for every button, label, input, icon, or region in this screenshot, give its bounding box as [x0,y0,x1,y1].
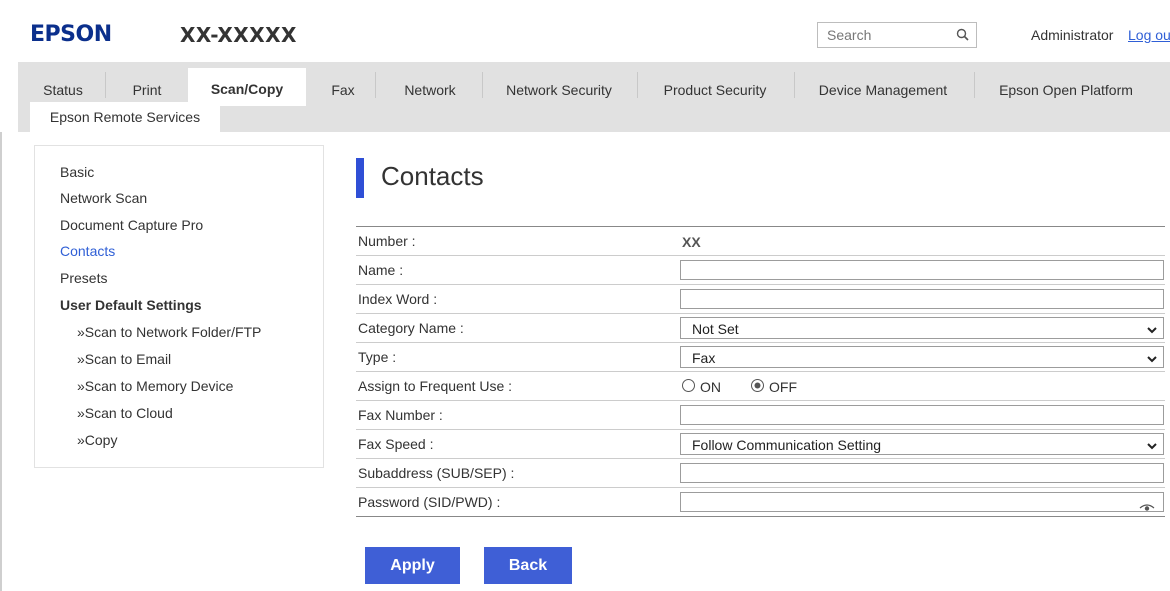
sidebar-item-scan-to-network-folder[interactable]: »Scan to Network Folder/FTP [77,324,261,340]
index-word-label: Index Word : [358,291,438,307]
index-word-input[interactable] [680,289,1164,309]
form-bottom-rule [356,516,1165,517]
sidebar-item-basic[interactable]: Basic [60,164,94,180]
tab-divider [794,72,795,98]
name-input[interactable] [680,260,1164,280]
apply-button[interactable]: Apply [365,547,460,584]
title-accent-bar [356,158,364,198]
fax-speed-selected-value: Follow Communication Setting [692,437,882,453]
sidebar-item-copy[interactable]: »Copy [77,432,117,448]
tab-fax[interactable]: Fax [315,70,371,106]
chevron-down-icon [1146,323,1158,335]
form-row-number: Number : XX [356,226,1165,255]
back-button[interactable]: Back [484,547,572,584]
search-box [817,22,977,48]
password-label: Password (SID/PWD) : [358,494,501,510]
printer-model: XX-XXXXX [180,23,297,47]
header: EPSON XX-XXXXX Administrator Log ou [0,0,1170,62]
fax-speed-label: Fax Speed : [358,436,434,452]
type-label: Type : [358,349,397,365]
page-title: Contacts [381,161,484,191]
sidebar-item-contacts[interactable]: Contacts [60,243,115,259]
tab-network[interactable]: Network [380,70,480,106]
tab-divider [974,72,975,98]
subaddress-input[interactable] [680,463,1164,483]
search-icon[interactable] [955,27,971,43]
form-row-frequent-use: Assign to Frequent Use : ON OFF [356,371,1165,400]
sidebar-item-presets[interactable]: Presets [60,270,107,286]
brand-logo: EPSON [30,22,112,47]
tab-print[interactable]: Print [110,70,184,106]
tab-bar: Status Print Scan/Copy Fax Network Netwo… [0,62,1170,132]
number-label: Number : [358,233,416,249]
subaddress-label: Subaddress (SUB/SEP) : [358,465,515,481]
sidebar-heading-user-default-settings: User Default Settings [60,297,202,313]
chevron-down-icon [1146,439,1158,451]
tab-divider [375,72,376,98]
type-select[interactable]: Fax [680,346,1164,368]
eye-icon[interactable] [1139,499,1155,511]
tab-device-management[interactable]: Device Management [798,70,968,106]
page-left-border [0,132,2,591]
sidebar-item-scan-to-memory-device[interactable]: »Scan to Memory Device [77,378,233,394]
radio-on[interactable] [681,378,696,393]
password-input[interactable] [680,492,1164,512]
category-select[interactable]: Not Set [680,317,1164,339]
form-row-type: Type : Fax [356,342,1165,371]
tab-network-security[interactable]: Network Security [486,70,632,106]
radio-off-label: OFF [769,379,797,395]
name-label: Name : [358,262,404,278]
fax-number-input[interactable] [680,405,1164,425]
fax-number-label: Fax Number : [358,407,443,423]
form-row-password: Password (SID/PWD) : [356,487,1165,516]
form-row-fax-number: Fax Number : [356,400,1165,429]
tab-divider [482,72,483,98]
number-value: XX [682,234,701,250]
tab-status[interactable]: Status [30,70,96,106]
tab-epson-open-platform[interactable]: Epson Open Platform [978,70,1154,106]
form-row-fax-speed: Fax Speed : Follow Communication Setting [356,429,1165,458]
sidebar-item-document-capture-pro[interactable]: Document Capture Pro [60,217,203,233]
tab-epson-remote-services[interactable]: Epson Remote Services [30,102,220,132]
form-row-category: Category Name : Not Set [356,313,1165,342]
search-input[interactable] [818,23,952,47]
sidebar-item-network-scan[interactable]: Network Scan [60,190,147,206]
category-label: Category Name : [358,320,464,336]
tab-scan-copy[interactable]: Scan/Copy [188,68,306,106]
radio-on-label: ON [700,379,721,395]
form-row-index-word: Index Word : [356,284,1165,313]
sidebar-item-scan-to-cloud[interactable]: »Scan to Cloud [77,405,173,421]
tab-divider [105,72,106,98]
sidebar: Basic Network Scan Document Capture Pro … [34,145,324,468]
form-row-subaddress: Subaddress (SUB/SEP) : [356,458,1165,487]
form-row-name: Name : [356,255,1165,284]
tab-divider [637,72,638,98]
sidebar-item-scan-to-email[interactable]: »Scan to Email [77,351,171,367]
chevron-down-icon [1146,352,1158,364]
logout-link[interactable]: Log ou [1128,27,1170,43]
user-label: Administrator [1031,27,1114,43]
fax-speed-select[interactable]: Follow Communication Setting [680,433,1164,455]
category-selected-value: Not Set [692,321,739,337]
frequent-use-label: Assign to Frequent Use : [358,378,513,394]
type-selected-value: Fax [692,350,716,366]
radio-off[interactable] [750,378,765,393]
tab-product-security[interactable]: Product Security [641,70,789,106]
